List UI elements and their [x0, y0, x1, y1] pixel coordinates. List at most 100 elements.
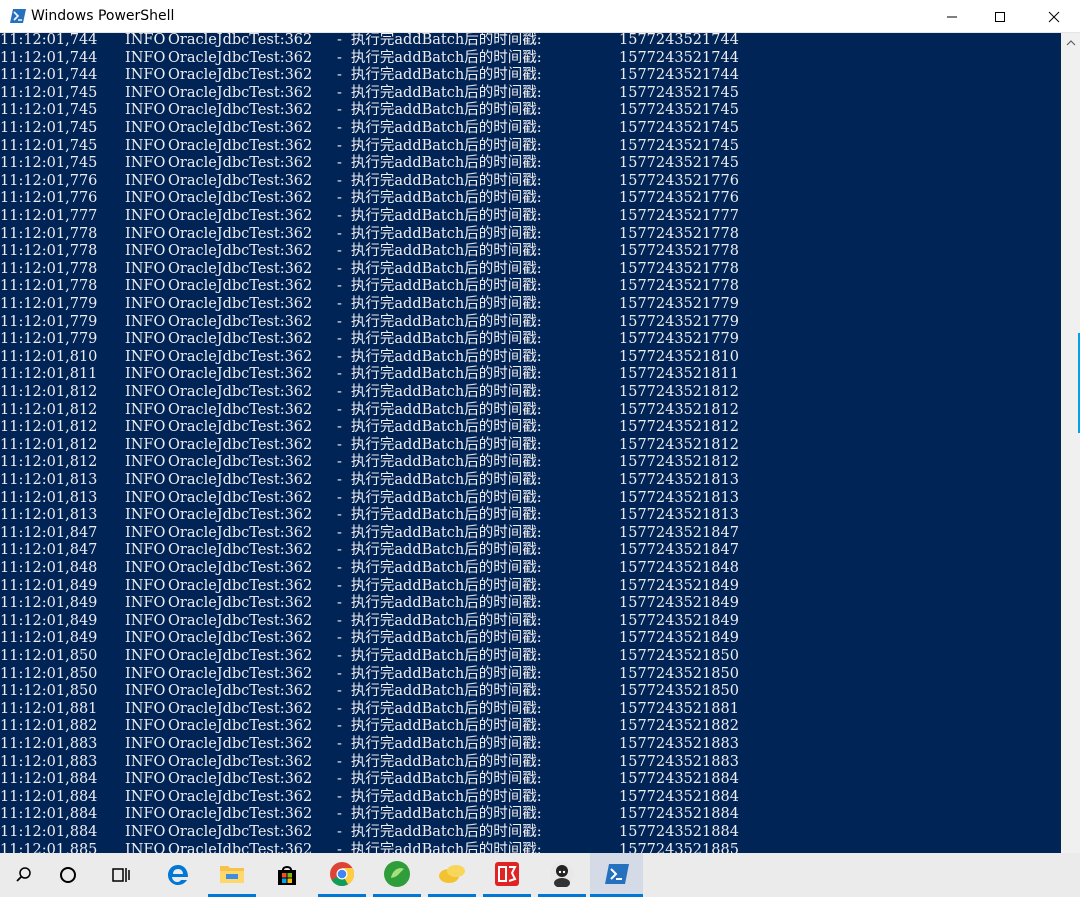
console-logger: OracleJdbcTest:362	[168, 771, 313, 788]
console-line: 11:12:01,812 INFO OracleJdbcTest:362 - 执行完ad…	[0, 384, 1061, 402]
green-app-icon	[384, 860, 410, 887]
console-logger: OracleJdbcTest:362	[168, 260, 313, 277]
console-timestamp: 1577243521745	[619, 155, 739, 172]
console-logger: OracleJdbcTest:362	[168, 120, 313, 136]
taskbar-chrome[interactable]	[318, 853, 366, 897]
console-separator: -	[337, 824, 342, 840]
vertical-scrollbar[interactable]	[1061, 33, 1080, 853]
console-line: 11:12:01,813 INFO OracleJdbcTest:362 - 执行完ad…	[0, 490, 1061, 508]
scroll-up-button[interactable]	[1061, 33, 1080, 53]
taskbar-avatar-app[interactable]	[538, 853, 586, 897]
console-message: - 执行完addBatch后的时间戳:	[337, 507, 542, 525]
console-message: - 执行完addBatch后的时间戳:	[337, 736, 542, 754]
console-timestamp: 1577243521881	[619, 700, 739, 717]
console-timestamp: 1577243521848	[619, 560, 739, 576]
taskbar-edge[interactable]	[154, 853, 202, 897]
console-time: 11:12:01,744	[0, 67, 98, 84]
console-time: 11:12:01,847	[0, 524, 98, 541]
console-time: 11:12:01,812	[0, 384, 98, 400]
console-separator: -	[337, 436, 342, 453]
console-time: 11:12:01,849	[0, 595, 98, 612]
console-message-text: 执行完addBatch后的时间戳:	[350, 753, 542, 770]
minimize-button[interactable]	[926, 0, 978, 33]
taskbar-search[interactable]	[0, 853, 48, 897]
console-timestamp: 1577243521779	[619, 331, 739, 348]
console-time: 11:12:01,810	[0, 348, 98, 365]
console-time: 11:12:01,745	[0, 120, 98, 136]
console-message-text: 执行完addBatch后的时间戳:	[350, 806, 542, 823]
console-line: 11:12:01,848 INFO OracleJdbcTest:362 - 执行完ad…	[0, 560, 1061, 578]
console-line: 11:12:01,847 INFO OracleJdbcTest:362 - 执行完ad…	[0, 525, 1061, 543]
console-separator: -	[337, 84, 342, 101]
console-time: 11:12:01,883	[0, 753, 98, 770]
console-separator: -	[337, 700, 342, 717]
taskbar-powershell[interactable]	[590, 853, 643, 897]
console-time: 11:12:01,776	[0, 172, 98, 189]
console-level: INFO	[125, 366, 166, 383]
console-separator: -	[337, 771, 342, 788]
red-app-icon	[495, 861, 519, 886]
taskbar-file-explorer[interactable]	[208, 853, 256, 897]
console-logger: OracleJdbcTest:362	[168, 489, 313, 506]
console-separator: -	[337, 243, 342, 260]
console-logger: OracleJdbcTest:362	[168, 736, 313, 752]
console-time: 11:12:01,779	[0, 331, 98, 348]
console-logger: OracleJdbcTest:362	[168, 155, 313, 172]
console-line: 11:12:01,813 INFO OracleJdbcTest:362 - 执行完ad…	[0, 472, 1061, 490]
console-time: 11:12:01,881	[0, 700, 98, 717]
console-time: 11:12:01,812	[0, 454, 98, 471]
console-logger: OracleJdbcTest:362	[168, 102, 313, 119]
console-timestamp: 1577243521745	[619, 137, 739, 154]
console-output[interactable]: 11:12:01,744 INFO OracleJdbcTest:362- 执行完ad…	[0, 33, 1061, 853]
taskbar-cortana[interactable]	[44, 853, 92, 897]
taskbar-red-app[interactable]	[483, 853, 531, 897]
taskbar-yellow-app[interactable]	[428, 853, 476, 897]
console-message-text: 执行完addBatch后的时间戳:	[350, 489, 542, 506]
console-message-text: 执行完addBatch后的时间戳:	[350, 436, 542, 453]
taskbar-green-app[interactable]	[373, 853, 421, 897]
console-level: INFO	[125, 524, 166, 541]
console-separator: -	[337, 665, 342, 682]
title-bar[interactable]: Windows PowerShell	[0, 0, 1080, 33]
console-message: - 执行完addBatch后的时间戳:	[337, 120, 542, 138]
console-line: 11:12:01,745 INFO OracleJdbcTest:362 - 执行完ad…	[0, 155, 1061, 173]
console-message-text: 执行完addBatch后的时间戳:	[350, 788, 542, 805]
console-time: 11:12:01,850	[0, 665, 98, 682]
console-separator: -	[337, 49, 342, 66]
console-message: - 执行完addBatch后的时间戳:	[337, 102, 542, 120]
console-separator: -	[337, 208, 342, 224]
console-timestamp: 1577243521849	[619, 630, 739, 647]
console-line: 11:12:01,778 INFO OracleJdbcTest:362 - 执行完ad…	[0, 261, 1061, 279]
console-message-text: 执行完addBatch后的时间戳:	[350, 49, 542, 66]
console-line: 11:12:01,744 INFO OracleJdbcTest:362 - 执行完ad…	[0, 33, 1061, 50]
console-timestamp: 1577243521778	[619, 225, 739, 242]
console-logger: OracleJdbcTest:362	[168, 542, 313, 559]
console-message-text: 执行完addBatch后的时间戳:	[350, 190, 542, 207]
console-level: INFO	[125, 718, 166, 735]
console-time: 11:12:01,883	[0, 736, 98, 752]
console-message-text: 执行完addBatch后的时间戳:	[350, 612, 542, 629]
console-logger: OracleJdbcTest:362	[168, 824, 313, 840]
taskbar-store[interactable]	[263, 853, 311, 897]
console-message: - 执行完addBatch后的时间戳:	[337, 754, 542, 772]
taskbar-task-view[interactable]	[97, 853, 145, 897]
console-logger: OracleJdbcTest:362	[168, 366, 313, 383]
maximize-button[interactable]	[974, 0, 1026, 33]
console-line: 11:12:01,777 INFO OracleJdbcTest:362 - 执行完ad…	[0, 208, 1061, 226]
console-line: 11:12:01,745 INFO OracleJdbcTest:362 - 执行完ad…	[0, 138, 1061, 156]
console-message-text: 执行完addBatch后的时间戳:	[350, 225, 542, 242]
console-time: 11:12:01,813	[0, 507, 98, 524]
console-logger: OracleJdbcTest:362	[168, 788, 313, 805]
console-line: 11:12:01,812 INFO OracleJdbcTest:362 - 执行完ad…	[0, 419, 1061, 437]
console-separator: -	[337, 753, 342, 770]
console-line: 11:12:01,885 INFO OracleJdbcTest:362 - 执行完ad…	[0, 842, 1061, 853]
console-message-text: 执行完addBatch后的时间戳:	[350, 67, 542, 84]
console-message: - 执行完addBatch后的时间戳:	[337, 542, 542, 560]
console-timestamp: 1577243521744	[619, 49, 739, 66]
close-button[interactable]	[1028, 0, 1080, 33]
console-line: 11:12:01,884 INFO OracleJdbcTest:362 - 执行完ad…	[0, 824, 1061, 842]
console-separator: -	[337, 296, 342, 312]
console-line: 11:12:01,778 INFO OracleJdbcTest:362 - 执行完ad…	[0, 243, 1061, 261]
console-time: 11:12:01,745	[0, 155, 98, 172]
console-message: - 执行完addBatch后的时间戳:	[337, 648, 542, 666]
